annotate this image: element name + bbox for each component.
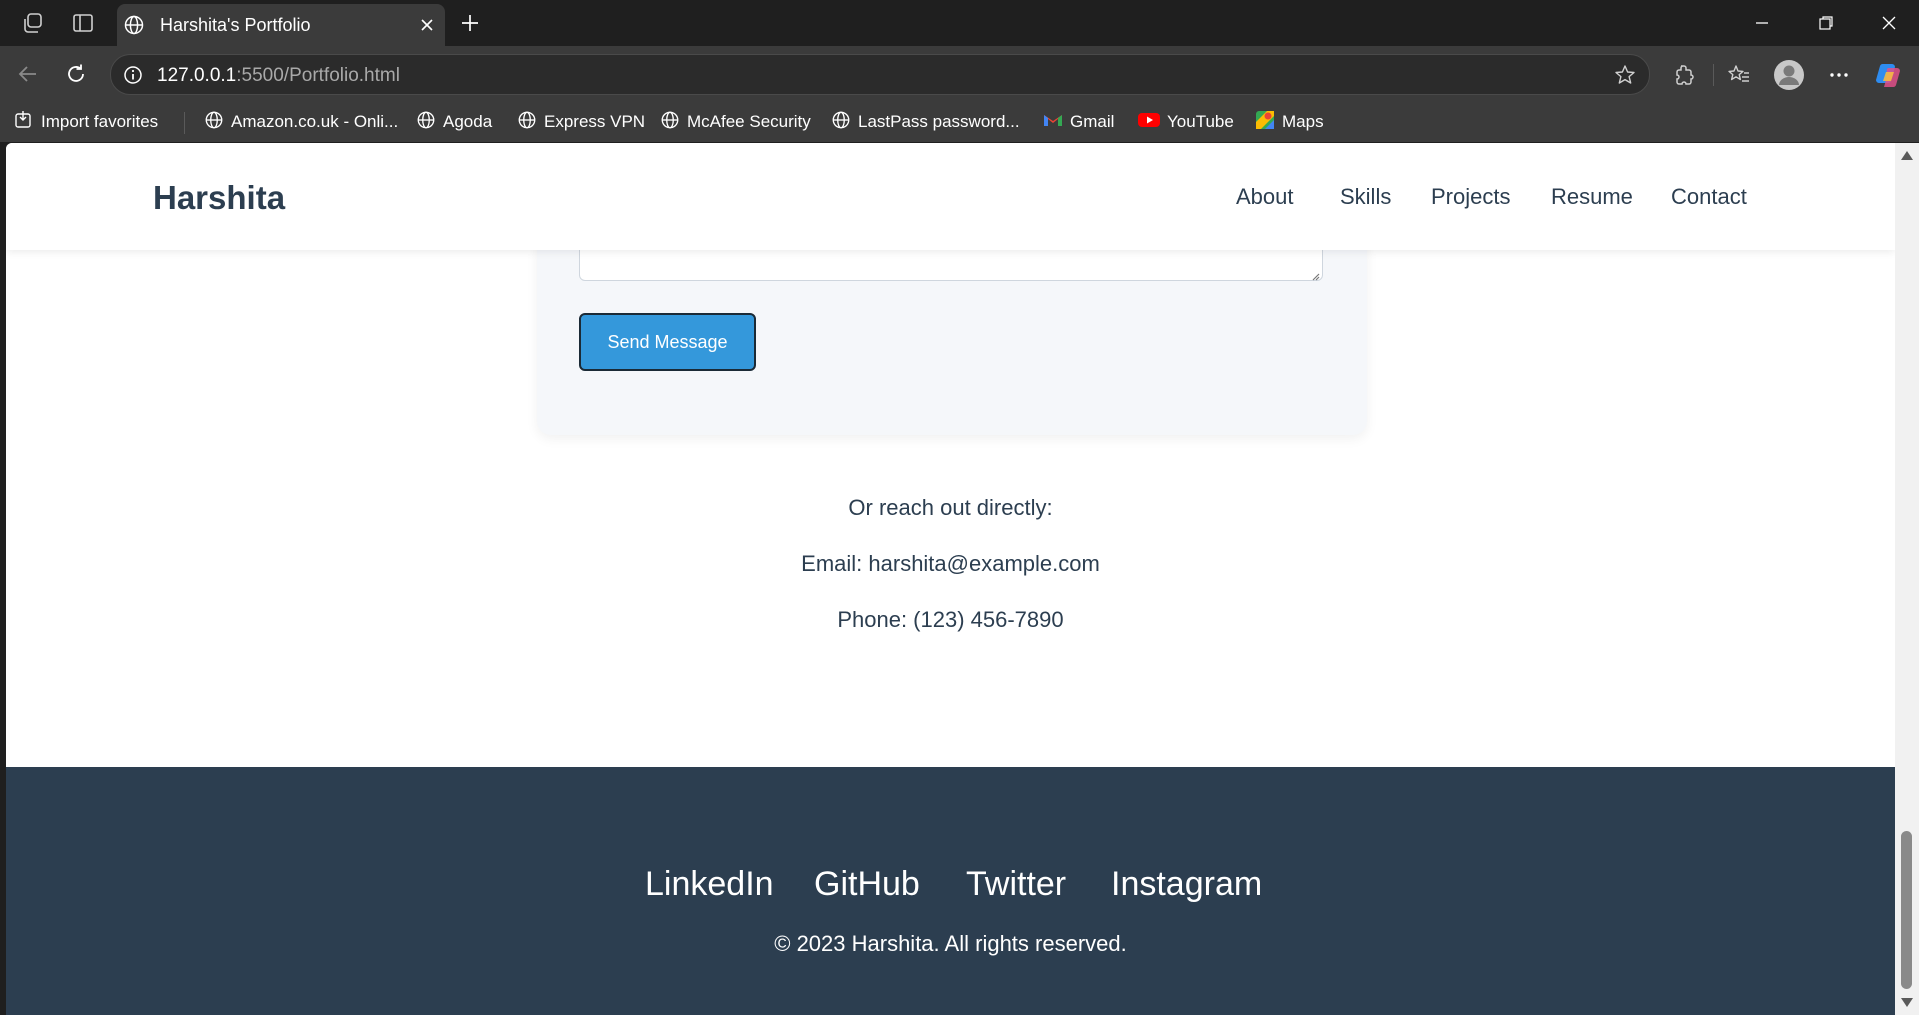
globe-icon <box>204 110 224 135</box>
browser-toolbar: 127.0.0.1:5500/Portfolio.html <box>0 46 1919 102</box>
favorites-icon[interactable] <box>1722 58 1756 92</box>
workspaces-icon[interactable] <box>20 10 46 36</box>
bookmark-label: Amazon.co.uk - Onli... <box>231 112 399 131</box>
extensions-icon[interactable] <box>1667 58 1701 92</box>
bookmark-lastpass[interactable]: LastPass password... <box>831 108 1020 136</box>
site-info-icon[interactable] <box>121 63 145 87</box>
minimize-icon[interactable] <box>1737 6 1787 40</box>
globe-icon <box>123 14 145 41</box>
globe-icon <box>831 110 851 135</box>
globe-icon <box>660 110 680 135</box>
resize-grip-icon[interactable] <box>1310 268 1320 281</box>
maps-icon <box>1255 110 1275 135</box>
tab-title: Harshita's Portfolio <box>160 15 311 35</box>
bookmark-label: Gmail <box>1070 112 1115 131</box>
url-host: 127.0.0.1 <box>157 65 237 86</box>
bookmark-youtube[interactable]: YouTube <box>1138 108 1234 136</box>
site-footer: LinkedIn GitHub Twitter Instagram © 2023… <box>6 767 1895 1015</box>
page-viewport: Harshita About Skills Projects Resume Co… <box>6 143 1895 1015</box>
bookmark-label: Express VPN <box>544 112 646 131</box>
bookmark-express-vpn[interactable]: Express VPN <box>517 108 645 136</box>
nav-link-projects[interactable]: Projects <box>1431 184 1510 210</box>
import-icon <box>14 110 34 135</box>
site-header: Harshita About Skills Projects Resume Co… <box>6 143 1895 250</box>
bookmark-import-favorites[interactable]: Import favorites <box>14 108 158 136</box>
copyright-text: © 2023 Harshita. All rights reserved. <box>774 931 1127 956</box>
contact-intro: Or reach out directly: <box>848 495 1053 520</box>
contact-email[interactable]: Email: harshita@example.com <box>6 551 1895 577</box>
bookmark-gmail[interactable]: Gmail <box>1043 108 1114 136</box>
browser-titlebar: Harshita's Portfolio <box>0 0 1919 46</box>
social-link-twitter[interactable]: Twitter <box>966 865 1066 904</box>
bookmarks-divider <box>184 112 185 134</box>
scrollbar-thumb[interactable] <box>1901 831 1912 989</box>
url-path: :5500/Portfolio.html <box>236 65 400 86</box>
close-tab-icon[interactable] <box>415 13 439 37</box>
social-link-instagram[interactable]: Instagram <box>1111 865 1262 904</box>
new-tab-icon[interactable] <box>455 8 485 38</box>
gmail-icon <box>1043 112 1063 133</box>
toolbar-divider <box>1713 64 1714 86</box>
bookmark-mcafee[interactable]: McAfee Security <box>660 108 811 136</box>
bookmark-agoda[interactable]: Agoda <box>416 108 492 136</box>
page-scrollbar[interactable] <box>1895 143 1919 1015</box>
send-message-button[interactable]: Send Message <box>579 313 756 371</box>
nav-link-resume[interactable]: Resume <box>1551 184 1633 210</box>
bookmark-label: LastPass password... <box>858 112 1020 131</box>
favorite-star-icon[interactable] <box>1613 63 1637 87</box>
bookmark-maps[interactable]: Maps <box>1255 108 1324 136</box>
profile-avatar-icon[interactable] <box>1772 58 1806 92</box>
bookmarks-bar: Import favorites Amazon.co.uk - Onli... … <box>0 102 1919 142</box>
bookmark-amazon[interactable]: Amazon.co.uk - Onli... <box>204 108 398 136</box>
youtube-icon <box>1138 112 1160 133</box>
more-options-icon[interactable] <box>1822 58 1856 92</box>
restore-icon[interactable] <box>1801 6 1851 40</box>
nav-link-skills[interactable]: Skills <box>1340 184 1391 210</box>
scroll-up-arrow-icon[interactable] <box>1901 151 1913 160</box>
contact-phone: Phone: (123) 456-7890 <box>837 607 1064 632</box>
url-text: 127.0.0.1:5500/Portfolio.html <box>157 65 400 87</box>
social-link-linkedin[interactable]: LinkedIn <box>645 865 774 904</box>
social-link-github[interactable]: GitHub <box>814 865 920 904</box>
scroll-down-arrow-icon[interactable] <box>1901 998 1913 1007</box>
globe-icon <box>517 110 537 135</box>
address-bar[interactable]: 127.0.0.1:5500/Portfolio.html <box>110 54 1650 95</box>
close-window-icon[interactable] <box>1864 6 1914 40</box>
back-icon[interactable] <box>12 58 44 90</box>
browser-tab[interactable]: Harshita's Portfolio <box>117 4 445 46</box>
nav-link-contact[interactable]: Contact <box>1671 184 1747 210</box>
nav-link-about[interactable]: About <box>1236 184 1294 210</box>
bookmark-label: Agoda <box>443 112 493 131</box>
bookmark-label: Maps <box>1282 112 1324 131</box>
site-logo[interactable]: Harshita <box>153 179 285 217</box>
copilot-icon[interactable] <box>1872 58 1906 92</box>
bookmark-label: McAfee Security <box>687 112 811 131</box>
bookmark-label: Import favorites <box>41 112 159 131</box>
globe-icon <box>416 110 436 135</box>
vertical-tabs-icon[interactable] <box>70 10 96 36</box>
bookmark-label: YouTube <box>1167 112 1234 131</box>
refresh-icon[interactable] <box>60 58 92 90</box>
